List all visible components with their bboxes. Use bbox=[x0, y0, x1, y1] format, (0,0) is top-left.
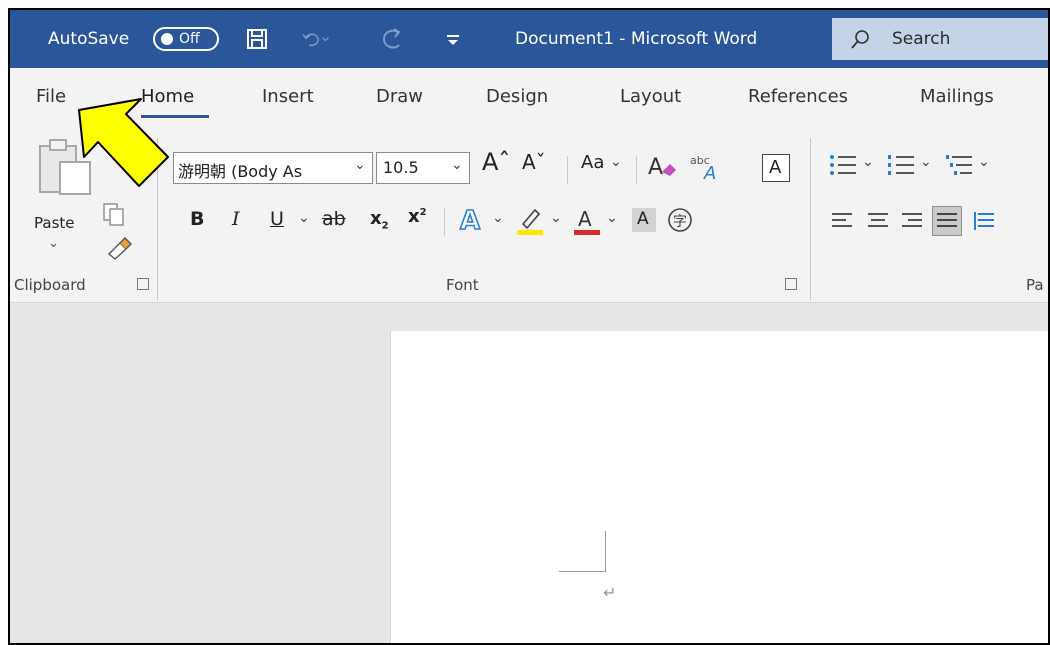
tab-design[interactable]: Design bbox=[486, 86, 548, 107]
clear-formatting-icon[interactable]: A bbox=[648, 152, 678, 184]
align-left-icon[interactable] bbox=[830, 210, 854, 236]
font-size-combobox[interactable]: 10.5 ⌄ bbox=[376, 152, 470, 184]
chevron-down-icon: ⌄ bbox=[451, 157, 463, 173]
search-label: Search bbox=[892, 29, 951, 49]
italic-button[interactable]: I bbox=[232, 208, 240, 230]
document-canvas: ↵ bbox=[10, 303, 1048, 643]
justify-icon[interactable] bbox=[932, 206, 962, 236]
tab-layout[interactable]: Layout bbox=[620, 86, 681, 107]
chevron-down-icon[interactable]: ⌄ bbox=[862, 154, 874, 170]
svg-text:A: A bbox=[703, 163, 716, 182]
customize-qat-icon[interactable] bbox=[438, 24, 468, 54]
chevron-down-icon: ⌄ bbox=[610, 154, 622, 170]
tab-insert[interactable]: Insert bbox=[262, 86, 314, 107]
enclose-characters-icon[interactable]: 字 bbox=[666, 206, 694, 238]
paste-label: Paste bbox=[34, 214, 75, 232]
separator bbox=[444, 208, 445, 236]
font-name-combobox[interactable]: 游明朝 (Body As ⌄ bbox=[173, 152, 373, 184]
underline-button[interactable]: U bbox=[270, 208, 284, 230]
chevron-down-icon[interactable]: ⌄ bbox=[606, 210, 618, 226]
clipboard-group-label: Clipboard bbox=[14, 276, 86, 294]
change-case-button[interactable]: Aa bbox=[581, 152, 604, 173]
font-group-label: Font bbox=[446, 276, 479, 294]
font-size-value: 10.5 bbox=[383, 158, 419, 177]
svg-text:字: 字 bbox=[673, 214, 687, 230]
autosave-label: AutoSave bbox=[48, 29, 130, 49]
chevron-down-icon[interactable]: ⌄ bbox=[978, 154, 990, 170]
svg-text:A: A bbox=[648, 155, 663, 180]
chevron-down-icon[interactable]: ⌄ bbox=[492, 210, 504, 226]
copy-icon[interactable] bbox=[102, 202, 126, 232]
document-title: Document1 - Microsoft Word bbox=[515, 29, 758, 49]
bold-button[interactable]: B bbox=[190, 208, 204, 230]
subscript-button[interactable]: x2 bbox=[370, 208, 389, 232]
annotation-arrow bbox=[72, 90, 172, 198]
strikethrough-button[interactable]: ab bbox=[322, 208, 346, 230]
chevron-down-icon[interactable]: ⌄ bbox=[550, 210, 562, 226]
highlight-color-icon[interactable] bbox=[515, 204, 545, 240]
text-effects-icon[interactable]: A bbox=[458, 204, 488, 238]
superscript-button[interactable]: x2 bbox=[408, 206, 427, 227]
autosave-toggle[interactable]: Off bbox=[153, 27, 219, 51]
clipboard-dialog-launcher-icon[interactable] bbox=[137, 278, 149, 290]
chevron-down-icon: ⌄ bbox=[354, 157, 366, 173]
margin-corner-mark bbox=[559, 531, 606, 572]
save-icon[interactable] bbox=[242, 24, 272, 54]
numbering-icon[interactable] bbox=[886, 152, 916, 182]
font-dialog-launcher-icon[interactable] bbox=[785, 278, 797, 290]
separator bbox=[636, 156, 637, 184]
group-divider bbox=[810, 138, 811, 300]
tab-file[interactable]: File bbox=[36, 86, 66, 107]
undo-icon[interactable] bbox=[300, 24, 330, 54]
character-shading-icon[interactable]: A bbox=[632, 208, 656, 232]
word-window: AutoSave Off Document1 - Microsoft Word … bbox=[8, 8, 1050, 645]
tab-references[interactable]: References bbox=[748, 86, 848, 107]
separator bbox=[567, 156, 568, 184]
font-name-value: 游明朝 (Body As bbox=[178, 162, 303, 181]
character-border-icon[interactable]: A bbox=[762, 154, 790, 182]
paste-dropdown-icon[interactable]: ⌄ bbox=[48, 236, 59, 251]
svg-text:A: A bbox=[578, 207, 592, 231]
subscript-label: x bbox=[370, 208, 382, 229]
text-effects-abc-icon[interactable]: abc A bbox=[690, 152, 724, 186]
grow-font-icon[interactable]: Aˆ bbox=[482, 148, 510, 176]
search-box[interactable]: Search bbox=[832, 18, 1048, 60]
svg-text:A: A bbox=[460, 206, 480, 234]
format-painter-icon[interactable] bbox=[106, 236, 132, 264]
tab-draw[interactable]: Draw bbox=[376, 86, 423, 107]
title-bar: AutoSave Off Document1 - Microsoft Word … bbox=[10, 10, 1048, 68]
distributed-icon[interactable] bbox=[972, 210, 996, 236]
shrink-font-icon[interactable]: Aˇ bbox=[522, 150, 546, 174]
paragraph-mark: ↵ bbox=[603, 583, 617, 602]
bullets-icon[interactable] bbox=[828, 152, 858, 182]
paragraph-group-label: Pa bbox=[1026, 276, 1044, 294]
chevron-down-icon[interactable]: ⌄ bbox=[920, 154, 932, 170]
toggle-knob bbox=[161, 33, 173, 45]
align-right-icon[interactable] bbox=[900, 210, 924, 236]
autosave-state: Off bbox=[179, 31, 200, 47]
search-icon bbox=[850, 28, 872, 54]
chevron-down-icon[interactable]: ⌄ bbox=[298, 210, 310, 226]
multilevel-list-icon[interactable] bbox=[944, 152, 974, 182]
align-center-icon[interactable] bbox=[866, 210, 890, 236]
font-color-icon[interactable]: A bbox=[572, 204, 602, 240]
document-page[interactable]: ↵ bbox=[390, 331, 1048, 643]
superscript-label: x bbox=[408, 206, 420, 227]
tab-mailings[interactable]: Mailings bbox=[920, 86, 994, 107]
redo-icon[interactable] bbox=[378, 24, 408, 54]
